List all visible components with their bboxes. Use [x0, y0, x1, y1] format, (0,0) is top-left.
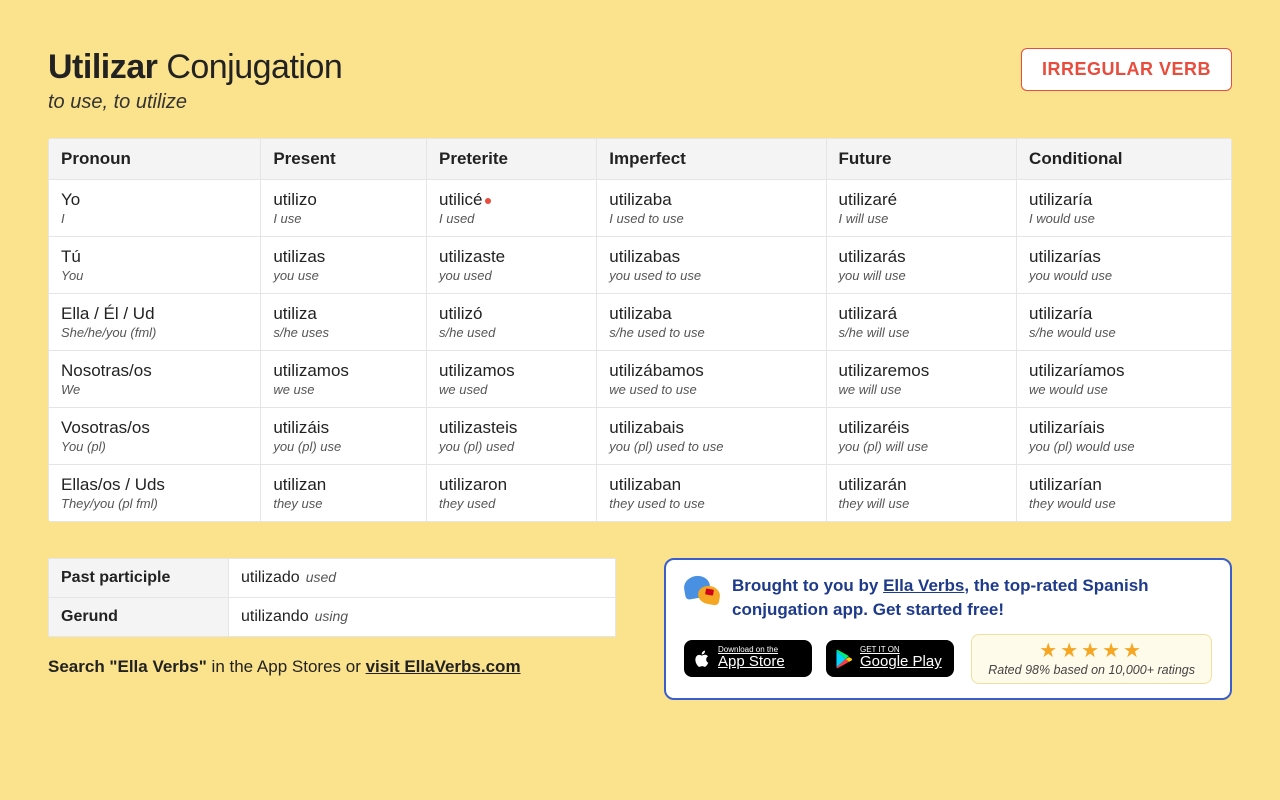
page-title: Utilizar Conjugation	[48, 48, 342, 87]
column-header: Future	[826, 139, 1017, 180]
conjugation-cell: utilizarás/he will use	[826, 294, 1017, 351]
ellaverbs-link[interactable]: visit EllaVerbs.com	[366, 657, 521, 676]
promo-text: Brought to you by Ella Verbs, the top-ra…	[732, 574, 1212, 622]
conjugation-table: PronounPresentPreteriteImperfectFutureCo…	[48, 138, 1232, 522]
past-participle-label: Past participle	[49, 559, 229, 598]
conjugation-cell: utilizabasyou used to use	[597, 237, 826, 294]
conjugation-cell: utilizarásyou will use	[826, 237, 1017, 294]
conjugation-cell: utilicéI used	[426, 180, 596, 237]
conjugation-cell: utilizós/he used	[426, 294, 596, 351]
conjugation-cell: utilizaríaI would use	[1017, 180, 1232, 237]
forms-table: Past participle utilizadoused Gerund uti…	[48, 558, 616, 637]
pronoun-cell: Ella / Él / UdShe/he/you (fml)	[49, 294, 261, 351]
column-header: Preterite	[426, 139, 596, 180]
promo-box: Brought to you by Ella Verbs, the top-ra…	[664, 558, 1232, 700]
app-store-badge[interactable]: Download on the App Store	[684, 640, 812, 677]
conjugation-cell: utilizasyou use	[261, 237, 427, 294]
conjugation-cell: utilizaránthey will use	[826, 465, 1017, 522]
ella-verbs-icon	[684, 574, 720, 610]
search-note: Search "Ella Verbs" in the App Stores or…	[48, 657, 616, 677]
column-header: Pronoun	[49, 139, 261, 180]
apple-icon	[692, 649, 712, 669]
column-header: Present	[261, 139, 427, 180]
irregular-badge: IRREGULAR VERB	[1021, 48, 1232, 91]
table-row: Ella / Él / UdShe/he/you (fml)utilizas/h…	[49, 294, 1232, 351]
star-icons: ★★★★★	[988, 641, 1195, 661]
conjugation-cell: utilizas/he uses	[261, 294, 427, 351]
title-block: Utilizar Conjugation to use, to utilize	[48, 48, 342, 114]
conjugation-cell: utilizaréI will use	[826, 180, 1017, 237]
conjugation-cell: utilizáisyou (pl) use	[261, 408, 427, 465]
conjugation-cell: utilizaréisyou (pl) will use	[826, 408, 1017, 465]
pronoun-cell: Ellas/os / UdsThey/you (pl fml)	[49, 465, 261, 522]
table-row: TúYouutilizasyou useutilizasteyou usedut…	[49, 237, 1232, 294]
gerund-label: Gerund	[49, 598, 229, 637]
pronoun-cell: Vosotras/osYou (pl)	[49, 408, 261, 465]
google-play-badge[interactable]: GET IT ON Google Play	[826, 640, 954, 677]
conjugation-cell: utilizoI use	[261, 180, 427, 237]
conjugation-cell: utilizasteyou used	[426, 237, 596, 294]
verb-definition: to use, to utilize	[48, 91, 342, 114]
table-row: Vosotras/osYou (pl)utilizáisyou (pl) use…	[49, 408, 1232, 465]
conjugation-cell: utilizabaI used to use	[597, 180, 826, 237]
conjugation-cell: utilizaremoswe will use	[826, 351, 1017, 408]
pronoun-cell: Nosotras/osWe	[49, 351, 261, 408]
conjugation-cell: utilizaronthey used	[426, 465, 596, 522]
google-play-icon	[834, 649, 854, 669]
column-header: Conditional	[1017, 139, 1232, 180]
irregular-dot-icon	[485, 198, 491, 204]
conjugation-cell: utilizamoswe use	[261, 351, 427, 408]
rating-box: ★★★★★ Rated 98% based on 10,000+ ratings	[971, 634, 1212, 684]
table-row: Ellas/os / UdsThey/you (pl fml)utilizant…	[49, 465, 1232, 522]
conjugation-cell: utilizaríamoswe would use	[1017, 351, 1232, 408]
table-row: Nosotras/osWeutilizamoswe useutilizamosw…	[49, 351, 1232, 408]
conjugation-cell: utilizarías/he would use	[1017, 294, 1232, 351]
ella-verbs-link[interactable]: Ella Verbs	[883, 576, 964, 595]
rating-text: Rated 98% based on 10,000+ ratings	[988, 663, 1195, 677]
pronoun-cell: TúYou	[49, 237, 261, 294]
pronoun-cell: YoI	[49, 180, 261, 237]
gerund-value: utilizandousing	[229, 598, 616, 637]
past-participle-value: utilizadoused	[229, 559, 616, 598]
conjugation-cell: utilizanthey use	[261, 465, 427, 522]
column-header: Imperfect	[597, 139, 826, 180]
conjugation-cell: utilizaríasyou would use	[1017, 237, 1232, 294]
conjugation-cell: utilizasteisyou (pl) used	[426, 408, 596, 465]
conjugation-cell: utilizabaisyou (pl) used to use	[597, 408, 826, 465]
conjugation-cell: utilizabanthey used to use	[597, 465, 826, 522]
conjugation-cell: utilizaríaisyou (pl) would use	[1017, 408, 1232, 465]
conjugation-cell: utilizabas/he used to use	[597, 294, 826, 351]
conjugation-cell: utilizamoswe used	[426, 351, 596, 408]
conjugation-cell: utilizaríanthey would use	[1017, 465, 1232, 522]
table-row: YoIutilizoI useutilicéI usedutilizabaI u…	[49, 180, 1232, 237]
conjugation-cell: utilizábamoswe used to use	[597, 351, 826, 408]
